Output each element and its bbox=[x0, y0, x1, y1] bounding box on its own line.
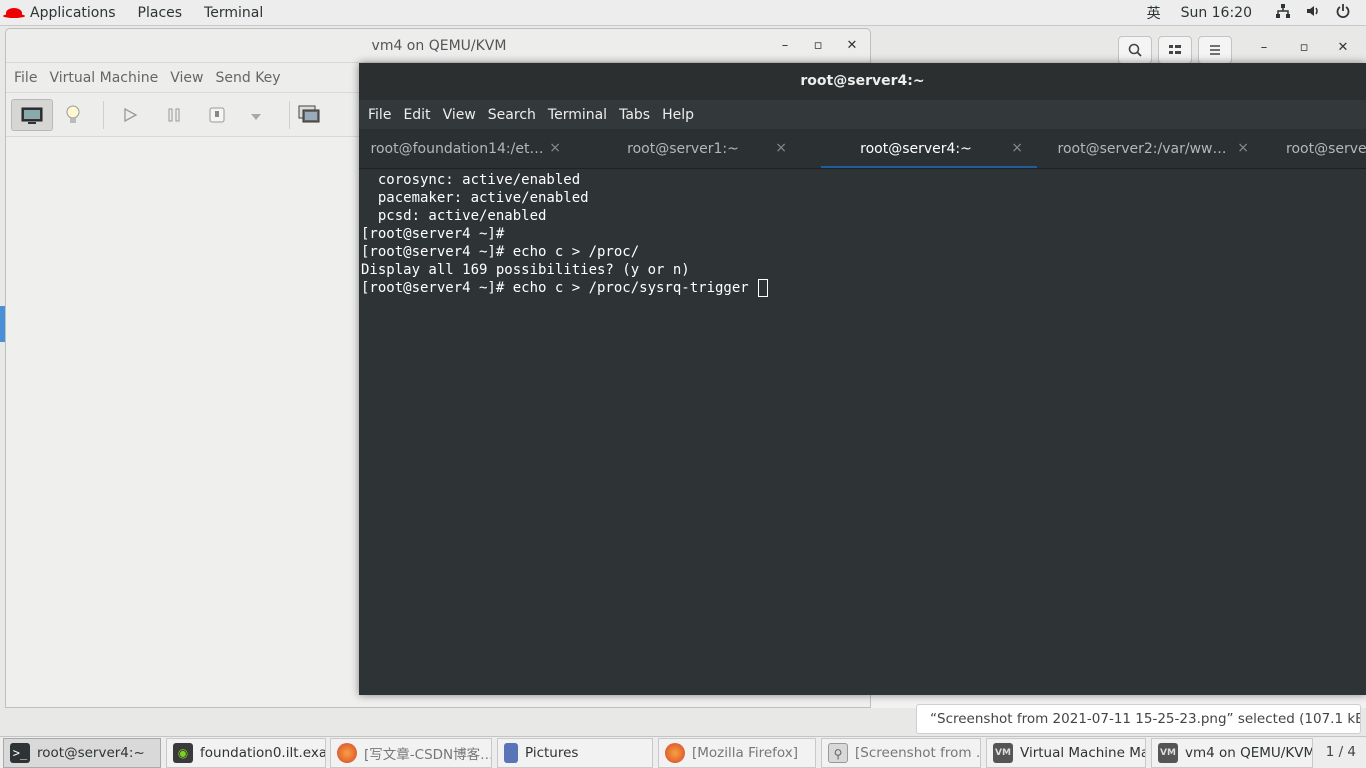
taskbar-label: [Mozilla Firefox] bbox=[692, 745, 799, 761]
app-icon: ◉ bbox=[173, 743, 193, 763]
term-menu-terminal[interactable]: Terminal bbox=[542, 107, 613, 123]
taskbar-item-csdn[interactable]: [写文章-CSDN博客… bbox=[330, 738, 492, 768]
power-icon[interactable] bbox=[1328, 3, 1358, 23]
image-viewer-icon: ⚲ bbox=[828, 743, 848, 763]
console-icon[interactable] bbox=[11, 99, 53, 131]
taskbar-item-vm4[interactable]: VM vm4 on QEMU/KVM bbox=[1151, 738, 1313, 768]
view-toggle-icon[interactable] bbox=[1158, 36, 1192, 64]
tab-close-icon[interactable]: × bbox=[1237, 140, 1249, 156]
terminal-tab[interactable]: root@serve bbox=[1273, 129, 1366, 168]
input-method-indicator[interactable]: 英 bbox=[1141, 3, 1167, 23]
tab-label: root@server2:/var/ww… bbox=[1057, 141, 1227, 157]
terminal-icon: >_ bbox=[10, 743, 30, 763]
terminal-line: Display all 169 possibilities? (y or n) bbox=[361, 262, 690, 278]
network-icon[interactable] bbox=[1268, 3, 1298, 23]
pause-icon[interactable] bbox=[153, 99, 195, 131]
menu-file[interactable]: File bbox=[8, 70, 43, 86]
terminal-menu[interactable]: Terminal bbox=[193, 5, 274, 21]
taskbar-label: [写文章-CSDN博客… bbox=[364, 747, 492, 763]
lightbulb-icon[interactable] bbox=[52, 99, 94, 131]
applications-menu[interactable]: Applications bbox=[0, 5, 127, 21]
text-cursor bbox=[758, 279, 769, 297]
terminal-tab-active[interactable]: root@server4:~ × bbox=[821, 129, 1037, 168]
term-menu-tabs[interactable]: Tabs bbox=[613, 107, 656, 123]
applications-label: Applications bbox=[30, 4, 116, 21]
tab-close-icon[interactable]: × bbox=[1011, 140, 1023, 156]
shutdown-icon[interactable] bbox=[196, 99, 238, 131]
tab-close-icon[interactable]: × bbox=[775, 140, 787, 156]
dropdown-icon[interactable] bbox=[235, 99, 277, 131]
terminal-line: pacemaker: active/enabled bbox=[361, 190, 589, 206]
tab-label: root@server1:~ bbox=[627, 141, 739, 157]
taskbar-label: foundation0.ilt.exa… bbox=[200, 745, 325, 761]
term-menu-search[interactable]: Search bbox=[482, 107, 542, 123]
terminal-line: pcsd: active/enabled bbox=[361, 208, 547, 224]
selection-status: “Screenshot from 2021-07-11 15-25-23.png… bbox=[916, 704, 1361, 734]
terminal-prompt-line: [root@server4 ~]# echo c > /proc/sysrq-t… bbox=[361, 279, 1366, 297]
taskbar-item-pictures[interactable]: Pictures bbox=[497, 738, 653, 768]
firefox-icon bbox=[665, 743, 685, 763]
firefox-icon bbox=[337, 743, 357, 763]
vm-window-title: vm4 on QEMU/KVM bbox=[371, 38, 507, 54]
terminal-tab-bar: root@foundation14:/et… × root@server1:~ … bbox=[359, 129, 1366, 169]
close-icon[interactable]: ✕ bbox=[1333, 40, 1353, 55]
taskbar-item-foundation[interactable]: ◉ foundation0.ilt.exa… bbox=[166, 738, 326, 768]
terminal-menubar: File Edit View Search Terminal Tabs Help bbox=[359, 100, 1366, 129]
window-list-taskbar: >_ root@server4:~ ◉ foundation0.ilt.exa…… bbox=[0, 736, 1366, 768]
taskbar-label: Pictures bbox=[525, 745, 579, 761]
workspace-indicator[interactable]: 1 / 4 bbox=[1326, 744, 1356, 760]
menu-virtual-machine[interactable]: Virtual Machine bbox=[43, 70, 164, 86]
term-menu-file[interactable]: File bbox=[362, 107, 397, 123]
terminal-line: [root@server4 ~]# echo c > /proc/ bbox=[361, 244, 640, 260]
minimize-icon[interactable]: – bbox=[775, 38, 795, 53]
taskbar-item-virt-manager[interactable]: VM Virtual Machine Ma… bbox=[986, 738, 1146, 768]
places-menu[interactable]: Places bbox=[127, 5, 194, 21]
terminal-tab[interactable]: root@server1:~ × bbox=[585, 129, 801, 168]
taskbar-label: [Screenshot from … bbox=[855, 745, 981, 761]
term-menu-edit[interactable]: Edit bbox=[397, 107, 436, 123]
screenshot-icon[interactable] bbox=[288, 99, 330, 131]
vm-titlebar[interactable]: vm4 on QEMU/KVM – ▫ ✕ bbox=[6, 29, 870, 63]
terminal-line: [root@server4 ~]# bbox=[361, 226, 505, 242]
taskbar-label: root@server4:~ bbox=[37, 745, 145, 761]
tab-label: root@serve bbox=[1286, 141, 1366, 157]
terminal-titlebar[interactable]: root@server4:~ bbox=[359, 63, 1366, 100]
taskbar-item-screenshot[interactable]: ⚲ [Screenshot from … bbox=[821, 738, 981, 768]
taskbar-label: Virtual Machine Ma… bbox=[1020, 745, 1145, 761]
volume-icon[interactable] bbox=[1298, 3, 1328, 23]
menu-icon[interactable] bbox=[1198, 36, 1232, 64]
virt-manager-icon: VM bbox=[1158, 743, 1178, 763]
terminal-command: [root@server4 ~]# echo c > /proc/sysrq-t… bbox=[361, 280, 758, 296]
top-panel: Applications Places Terminal 英 Sun 16:20 bbox=[0, 0, 1366, 26]
maximize-icon[interactable]: ▫ bbox=[808, 38, 828, 53]
terminal-window: root@server4:~ File Edit View Search Ter… bbox=[359, 63, 1366, 695]
terminal-output[interactable]: corosync: active/enabled pacemaker: acti… bbox=[359, 170, 1366, 695]
virt-manager-icon: VM bbox=[993, 743, 1013, 763]
files-icon bbox=[504, 743, 518, 763]
taskbar-label: vm4 on QEMU/KVM bbox=[1185, 745, 1313, 761]
close-icon[interactable]: ✕ bbox=[842, 38, 862, 53]
clock[interactable]: Sun 16:20 bbox=[1167, 5, 1268, 21]
menu-view[interactable]: View bbox=[164, 70, 209, 86]
terminal-tab[interactable]: root@server2:/var/ww… × bbox=[1047, 129, 1263, 168]
run-icon[interactable] bbox=[109, 99, 151, 131]
tab-close-icon[interactable]: × bbox=[549, 140, 561, 156]
tab-label: root@foundation14:/et… bbox=[370, 141, 544, 157]
term-menu-view[interactable]: View bbox=[437, 107, 482, 123]
tab-label: root@server4:~ bbox=[860, 141, 972, 157]
taskbar-item-firefox[interactable]: [Mozilla Firefox] bbox=[658, 738, 816, 768]
terminal-line: corosync: active/enabled bbox=[361, 172, 581, 188]
maximize-icon[interactable]: ▫ bbox=[1294, 40, 1314, 55]
toolbar-separator bbox=[103, 101, 104, 129]
redhat-logo-icon bbox=[3, 7, 25, 18]
term-menu-help[interactable]: Help bbox=[656, 107, 700, 123]
terminal-tab[interactable]: root@foundation14:/et… × bbox=[359, 129, 575, 168]
minimize-icon[interactable]: – bbox=[1254, 40, 1274, 55]
search-icon[interactable] bbox=[1118, 36, 1152, 64]
menu-send-key[interactable]: Send Key bbox=[209, 70, 286, 86]
taskbar-item-terminal[interactable]: >_ root@server4:~ bbox=[3, 738, 161, 768]
